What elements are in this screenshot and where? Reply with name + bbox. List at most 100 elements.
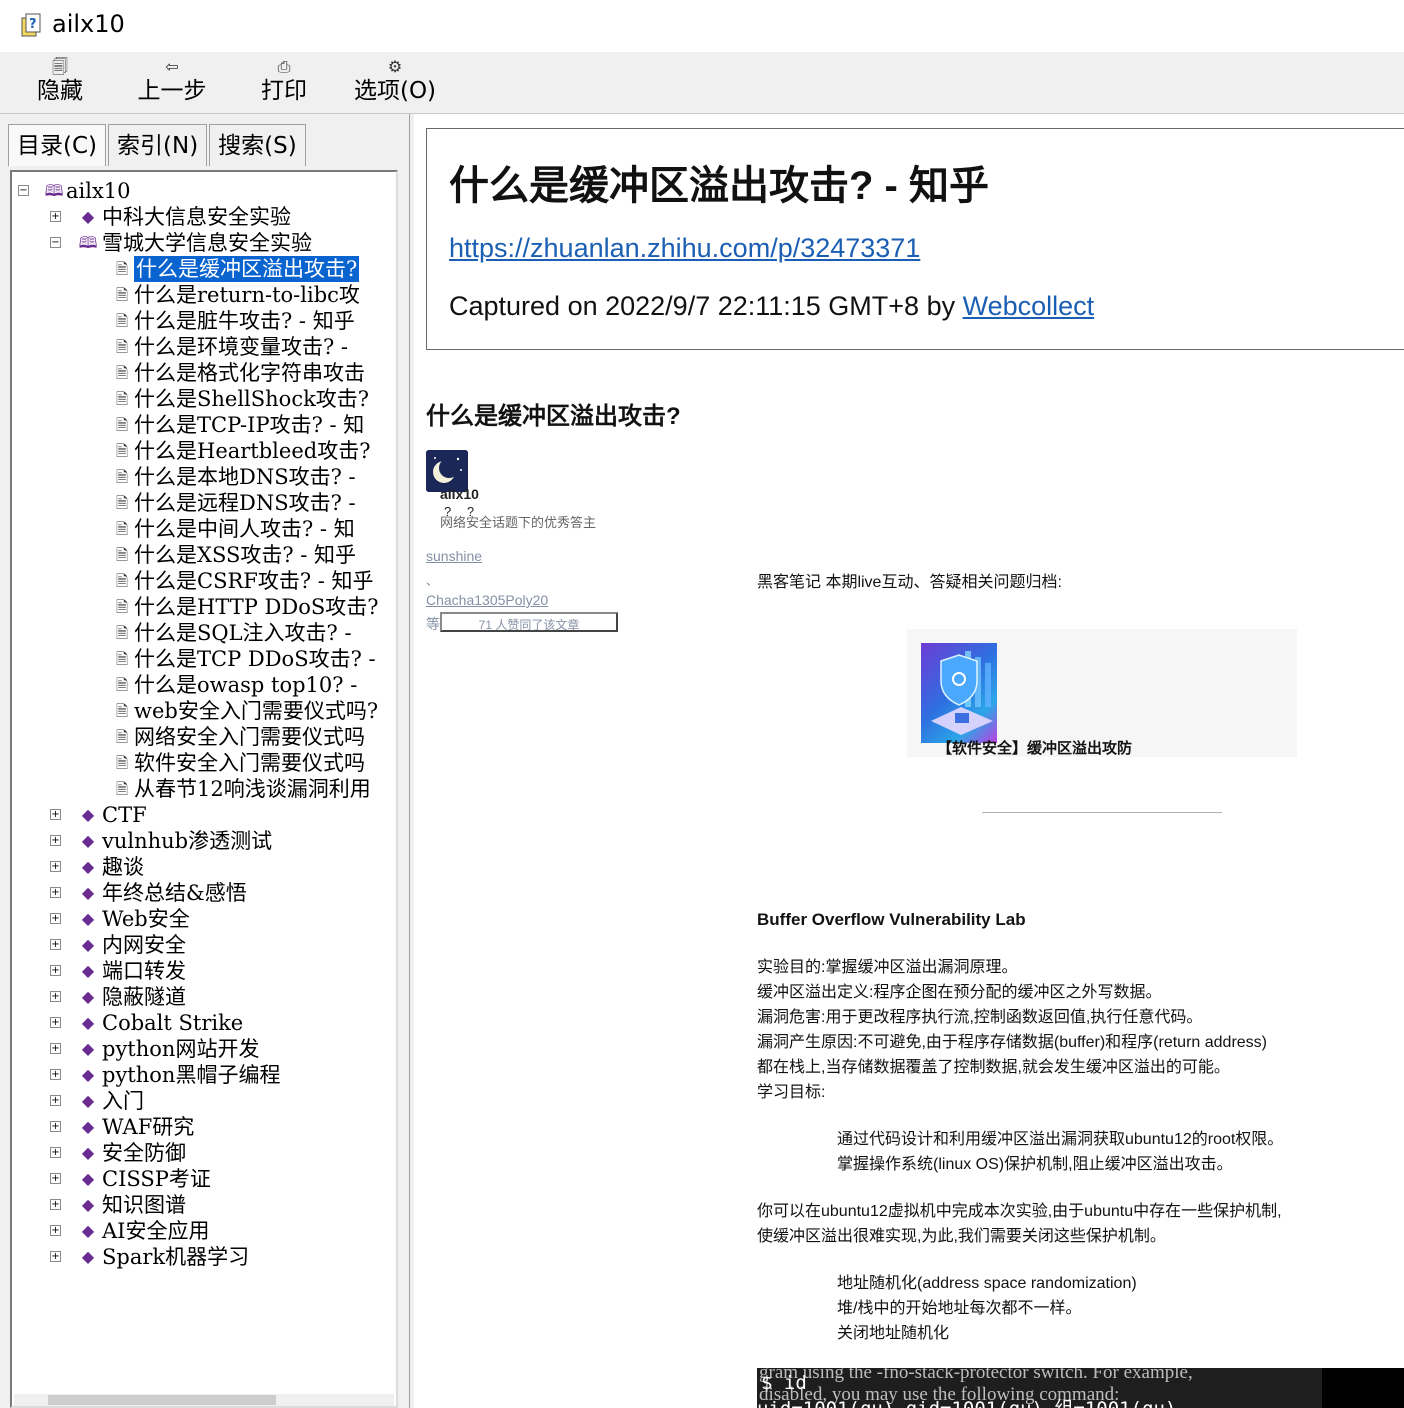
expand-icon[interactable]: +: [50, 1251, 61, 1262]
page-icon: 🗎: [115, 468, 129, 486]
liker-link[interactable]: Chacha1305Poly20: [426, 592, 548, 608]
link-card[interactable]: 【软件安全】缓冲区溢出攻防: [907, 629, 1297, 757]
tree-item-label: 软件安全入门需要仪式吗: [134, 751, 365, 775]
closed-book-icon: ◆: [81, 1013, 95, 1032]
expand-icon[interactable]: +: [50, 1095, 61, 1106]
options-button[interactable]: ⚙ 选项(O): [350, 54, 440, 112]
closed-book-icon: ◆: [81, 1117, 95, 1136]
closed-book-icon: ◆: [81, 831, 95, 850]
horizontal-scrollbar[interactable]: [14, 1394, 394, 1406]
tree-item-label: 什么是格式化字符串攻击: [134, 361, 365, 385]
page-icon: 🗎: [115, 650, 129, 668]
terminal-line: $ id: [761, 1372, 807, 1394]
paragraph: 漏洞产生原因:不可避免,由于程序存储数据(buffer)和程序(return a…: [757, 1034, 1267, 1051]
expand-icon[interactable]: +: [50, 1199, 61, 1210]
expand-icon[interactable]: +: [50, 913, 61, 924]
card-title: 【软件安全】缓冲区溢出攻防: [937, 740, 1133, 757]
tree-item-label: 知识图谱: [102, 1193, 186, 1217]
author-name[interactable]: ailx10: [440, 486, 479, 502]
tree-item-label: 安全防御: [102, 1141, 186, 1165]
navigation-pane: 目录(C) 索引(N) 搜索(S) − 🕮 ailx10 + ◆ 中科大信息安全实验…: [0, 114, 410, 1408]
tree-item-label: 什么是Heartbleed攻击?: [134, 439, 371, 463]
page-icon: 🗎: [115, 780, 129, 798]
closed-book-icon: ◆: [81, 1091, 95, 1110]
page-icon: 🗎: [115, 416, 129, 434]
expand-icon[interactable]: +: [50, 1173, 61, 1184]
open-book-icon: 🕮: [78, 233, 98, 252]
tree-item-label: 什么是中间人攻击? - 知: [134, 517, 355, 541]
tree-item-label: 网络安全入门需要仪式吗: [134, 725, 365, 749]
hide-button[interactable]: 🗐 隐藏: [30, 54, 90, 112]
expand-icon[interactable]: +: [50, 211, 61, 222]
tree-item-label: 什么是TCP-IP攻击? - 知: [134, 413, 365, 437]
tree-item-label: 年终总结&感悟: [102, 881, 247, 905]
expand-icon[interactable]: +: [50, 835, 61, 846]
paragraph: 学习目标:: [757, 1084, 826, 1101]
expand-icon[interactable]: +: [50, 887, 61, 898]
closed-book-icon: ◆: [81, 207, 95, 226]
paragraph: 缓冲区溢出定义:程序企图在预分配的缓冲区之外写数据。: [757, 984, 1162, 1001]
collapse-icon[interactable]: −: [50, 237, 61, 248]
collapse-icon[interactable]: −: [18, 185, 29, 196]
expand-icon[interactable]: +: [50, 1017, 61, 1028]
expand-icon[interactable]: +: [50, 861, 61, 872]
expand-icon[interactable]: +: [50, 965, 61, 976]
print-button[interactable]: ⎙ 打印: [254, 54, 314, 112]
tree-item-label: python黑帽子编程: [102, 1063, 281, 1087]
open-book-icon: 🕮: [44, 181, 64, 200]
expand-icon[interactable]: +: [50, 1147, 61, 1158]
mitigation-item: 地址随机化(address space randomization): [837, 1275, 1137, 1292]
tree-item-label: web安全入门需要仪式吗?: [134, 699, 379, 723]
back-button-label: 上一步: [137, 78, 207, 104]
expand-icon[interactable]: +: [50, 939, 61, 950]
webcollect-link[interactable]: Webcollect: [963, 291, 1095, 321]
title-bar: ? ailx10: [0, 0, 1404, 52]
tree-item-label: 什么是脏牛攻击? - 知乎: [134, 309, 355, 333]
source-url-link[interactable]: https://zhuanlan.zhihu.com/p/32473371: [449, 233, 920, 264]
tree-item-label: 入门: [102, 1089, 144, 1113]
tree-item-label: 中科大信息安全实验: [102, 205, 291, 229]
expand-icon[interactable]: +: [50, 1043, 61, 1054]
capture-info: Captured on 2022/9/7 22:11:15 GMT+8 by W…: [449, 291, 1094, 322]
tree-item-label: 什么是owasp top10? -: [134, 673, 358, 697]
author-description: 网络安全话题下的优秀答主: [440, 515, 597, 530]
page-icon: 🗎: [115, 572, 129, 590]
tab-contents[interactable]: 目录(C): [8, 124, 107, 166]
like-count-button[interactable]: 71 人赞同了该文章: [440, 612, 618, 632]
goal-item: 掌握操作系统(linux OS)保护机制,阻止缓冲区溢出攻击。: [837, 1156, 1233, 1173]
tree-item-label: AI安全应用: [102, 1219, 210, 1243]
scrollbar-thumb[interactable]: [48, 1395, 276, 1405]
expand-icon[interactable]: +: [50, 1069, 61, 1080]
paragraph: 漏洞危害:用于更改程序执行流,控制函数返回值,执行任意代码。: [757, 1009, 1203, 1026]
tree-item-label: 什么是XSS攻击? - 知乎: [134, 543, 357, 567]
contents-tree: − 🕮 ailx10 + ◆ 中科大信息安全实验 − 🕮 雪城大学信息安全实验 🗎 什么是缓冲…: [10, 170, 398, 1408]
tab-index[interactable]: 索引(N): [108, 124, 208, 166]
tree-item-label: 从春节12响浅谈漏洞利用: [134, 777, 371, 801]
back-button[interactable]: ⇦ 上一步: [132, 54, 212, 112]
help-file-icon: ?: [21, 13, 41, 37]
closed-book-icon: ◆: [81, 1169, 95, 1188]
expand-icon[interactable]: +: [50, 1225, 61, 1236]
tree-item-label: 内网安全: [102, 933, 186, 957]
tree-item-label: 什么是HTTP DDoS攻击?: [134, 595, 379, 619]
tree-item-label: 趣谈: [102, 855, 144, 879]
paragraph: 都在栈上,当存储数据覆盖了控制数据,就会发生缓冲区溢出的可能。: [757, 1059, 1230, 1076]
closed-book-icon: ◆: [81, 1065, 95, 1084]
card-thumbnail: [921, 643, 997, 743]
terminal-screenshot: gram using the -fno-stack-protector swit…: [757, 1368, 1322, 1408]
liker-link[interactable]: sunshine: [426, 548, 482, 564]
expand-icon[interactable]: +: [50, 991, 61, 1002]
expand-icon[interactable]: +: [50, 809, 61, 820]
page-icon: 🗎: [115, 754, 129, 772]
window-title: ailx10: [52, 10, 125, 38]
tree-item-label: Spark机器学习: [102, 1245, 250, 1269]
terminal-bg-line: gram using the -fno-stack-protector swit…: [759, 1368, 1193, 1383]
closed-book-icon: ◆: [81, 857, 95, 876]
closed-book-icon: ◆: [81, 961, 95, 980]
hide-button-label: 隐藏: [37, 78, 83, 104]
page-icon: 🗎: [115, 390, 129, 408]
tree-root-label: ailx10: [66, 179, 131, 203]
tab-search[interactable]: 搜索(S): [209, 124, 306, 166]
expand-icon[interactable]: +: [50, 1121, 61, 1132]
page-icon: 🗎: [115, 442, 129, 460]
